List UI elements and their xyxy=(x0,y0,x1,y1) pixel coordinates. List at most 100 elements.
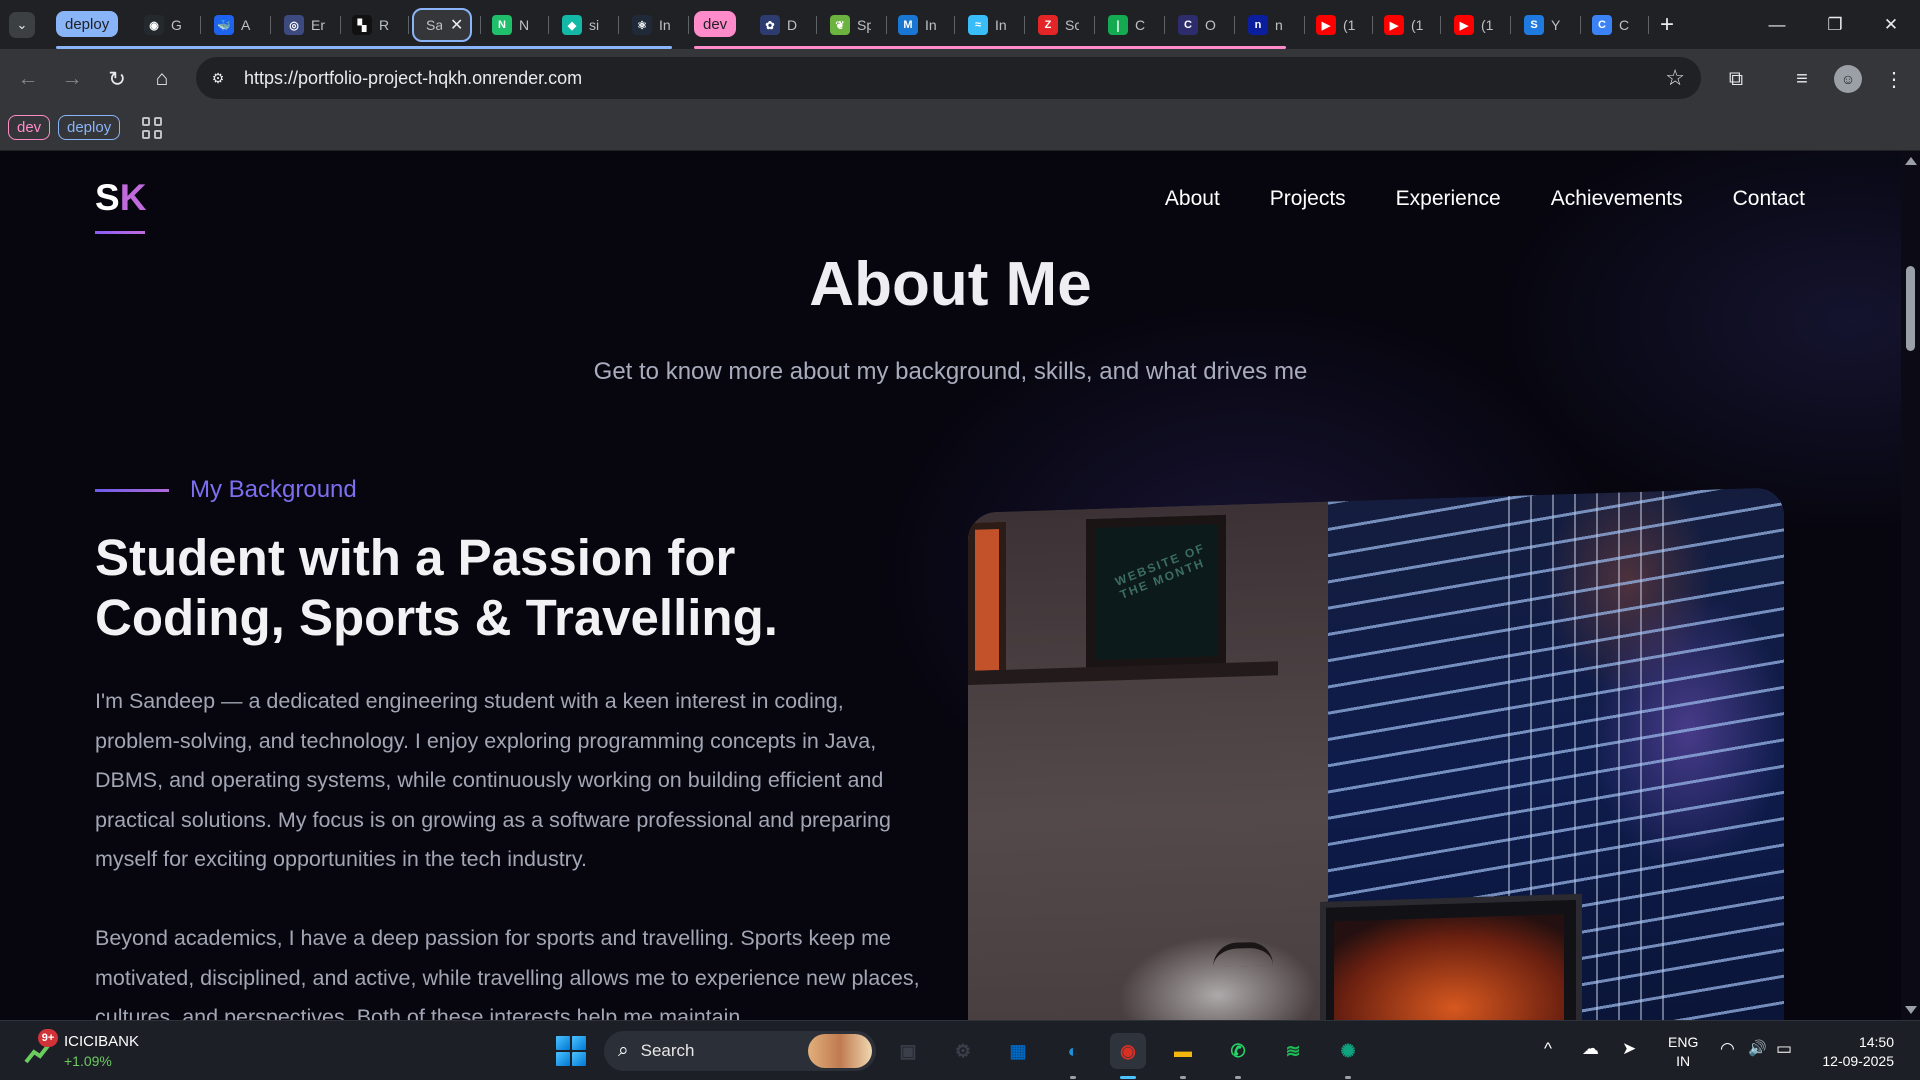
browser-tab[interactable]: 🐳 A xyxy=(202,8,268,42)
browser-tab[interactable]: Z Sc xyxy=(1026,8,1092,42)
wifi-icon[interactable]: ◠ xyxy=(1720,1039,1735,1059)
running-indicator xyxy=(1345,1076,1351,1079)
browser-tab[interactable]: M In xyxy=(886,8,952,42)
extensions-icon[interactable]: ⧉ xyxy=(1720,63,1752,95)
store-icon[interactable]: ▦ xyxy=(1000,1033,1036,1069)
start-button[interactable] xyxy=(556,1036,586,1066)
nav-projects[interactable]: Projects xyxy=(1270,187,1346,211)
chrome-icon[interactable]: ◉ xyxy=(1110,1033,1146,1069)
forward-button[interactable]: → xyxy=(56,63,88,95)
site-logo[interactable]: SK xyxy=(95,177,146,219)
site-nav: About Projects Experience Achievements C… xyxy=(1165,187,1805,211)
tab-group-deploy[interactable]: deploy xyxy=(56,11,119,37)
browser-tab[interactable]: ❘ C xyxy=(1096,8,1162,42)
browser-tab[interactable]: ▚ R xyxy=(340,8,406,42)
browser-tab[interactable]: ✿ D xyxy=(748,8,814,42)
gear-flower-icon: ✿ xyxy=(760,15,780,35)
chatgpt-icon[interactable]: ✺ xyxy=(1330,1033,1366,1069)
tab-separator xyxy=(1234,16,1235,34)
scroll-down-arrow[interactable] xyxy=(1905,1006,1917,1014)
tab-search-button[interactable]: ⌄ xyxy=(9,12,35,38)
site-info-icon[interactable]: ⚙ xyxy=(204,64,232,92)
language-indicator[interactable]: ENG IN xyxy=(1668,1033,1698,1071)
tab-separator xyxy=(270,16,271,34)
address-bar[interactable]: ⚙ https://portfolio-project-hqkh.onrende… xyxy=(196,57,1701,99)
browser-tab[interactable]: SY xyxy=(1512,8,1578,42)
reload-button[interactable]: ↻ xyxy=(101,63,133,95)
tab-title: In xyxy=(659,17,671,33)
volume-icon[interactable]: 🔊 xyxy=(1748,1039,1767,1057)
browser-menu-icon[interactable]: ⋮ xyxy=(1878,63,1910,95)
zoho-icon: Z xyxy=(1038,15,1058,35)
browser-tab[interactable]: ◎ Er xyxy=(272,8,338,42)
file-explorer-icon[interactable]: ▬ xyxy=(1165,1033,1201,1069)
tab-title: Sc xyxy=(1065,17,1079,33)
scroll-thumb[interactable] xyxy=(1906,266,1915,351)
page-scrollbar[interactable] xyxy=(1901,151,1920,1020)
clock-date: 12-09-2025 xyxy=(1822,1053,1894,1069)
browser-tab[interactable]: ≈ In xyxy=(956,8,1022,42)
mongodb-icon: ❘ xyxy=(1108,15,1128,35)
about-photo: WEBSITE OF THE MONTH xyxy=(968,487,1784,1020)
nav-experience[interactable]: Experience xyxy=(1396,187,1501,211)
spotify-icon[interactable]: ≋ xyxy=(1275,1033,1311,1069)
scroll-up-arrow[interactable] xyxy=(1905,157,1917,165)
browser-tab[interactable]: CC xyxy=(1580,8,1646,42)
browser-tab[interactable]: ⚛ In xyxy=(620,8,686,42)
task-view-icon[interactable]: ▣ xyxy=(890,1033,926,1069)
bookmark-folder-dev[interactable]: dev xyxy=(8,115,51,140)
location-icon[interactable]: ➤ xyxy=(1622,1039,1636,1059)
browser-tab[interactable]: ◆ si xyxy=(550,8,616,42)
url-text[interactable]: https://portfolio-project-hqkh.onrender.… xyxy=(244,68,582,89)
browser-tab[interactable]: CO xyxy=(1166,8,1232,42)
tab-title: si xyxy=(589,17,600,33)
tab-title: Er xyxy=(311,17,325,33)
maximize-button[interactable]: ❐ xyxy=(1806,0,1864,49)
browser-tab[interactable]: ▶ (1 xyxy=(1304,8,1370,42)
tab-separator xyxy=(200,16,201,34)
language-line-2: IN xyxy=(1676,1053,1691,1069)
tab-active[interactable]: Sa ✕ xyxy=(412,8,472,42)
minimize-button[interactable]: — xyxy=(1748,0,1806,49)
taskbar-search[interactable]: ⌕ Search xyxy=(604,1031,876,1071)
bookmark-star-icon[interactable]: ☆ xyxy=(1665,65,1685,91)
nav-contact[interactable]: Contact xyxy=(1733,187,1805,211)
browser-tab[interactable]: ❦ Sp xyxy=(818,8,884,42)
nav-achievements[interactable]: Achievements xyxy=(1551,187,1683,211)
stock-name[interactable]: ICICIBANK xyxy=(64,1033,139,1050)
back-button[interactable]: ← xyxy=(12,63,44,95)
new-tab-button[interactable]: + xyxy=(1652,10,1682,40)
react-icon: ⚛ xyxy=(632,15,652,35)
battery-icon[interactable]: ▭ xyxy=(1776,1039,1792,1059)
edge-icon[interactable]: ◐ xyxy=(1055,1033,1091,1069)
onedrive-icon[interactable]: ☁ xyxy=(1582,1039,1599,1059)
close-tab-icon[interactable]: ✕ xyxy=(450,15,463,35)
clock[interactable]: 14:50 12-09-2025 xyxy=(1822,1033,1894,1071)
tab-title: In xyxy=(925,17,937,33)
tab-title: O xyxy=(1205,17,1216,33)
bookmark-folder-deploy[interactable]: deploy xyxy=(58,115,121,140)
browser-tab[interactable]: ▶ (1 xyxy=(1442,8,1508,42)
section-title: About Me xyxy=(809,250,1092,319)
browser-tab[interactable]: nn xyxy=(1236,8,1302,42)
taskbar-search-label: Search xyxy=(640,1041,695,1060)
close-window-button[interactable]: ✕ xyxy=(1862,0,1920,49)
tray-chevron-icon[interactable]: ^ xyxy=(1544,1039,1552,1059)
home-button[interactable]: ⌂ xyxy=(146,63,178,95)
clock-time: 14:50 xyxy=(1858,1034,1894,1050)
browser-tab[interactable]: ◉ G xyxy=(132,8,198,42)
tab-title: Y xyxy=(1551,17,1561,33)
youtube-icon: ▶ xyxy=(1384,15,1404,35)
browser-tab[interactable]: NN xyxy=(480,8,546,42)
s-icon: S xyxy=(1524,15,1544,35)
nav-about[interactable]: About xyxy=(1165,187,1220,211)
media-controls-icon[interactable]: ≡ xyxy=(1786,63,1818,95)
tab-group-dev[interactable]: dev xyxy=(694,11,737,37)
tab-title: In xyxy=(995,17,1007,33)
n-icon: n xyxy=(1248,15,1268,35)
profile-avatar[interactable]: ☺ xyxy=(1832,63,1864,95)
settings-icon[interactable]: ⚙ xyxy=(945,1033,981,1069)
browser-tab[interactable]: ▶ (1 xyxy=(1372,8,1438,42)
whatsapp-icon[interactable]: ✆ xyxy=(1220,1033,1256,1069)
apps-grid-icon[interactable] xyxy=(142,117,164,139)
